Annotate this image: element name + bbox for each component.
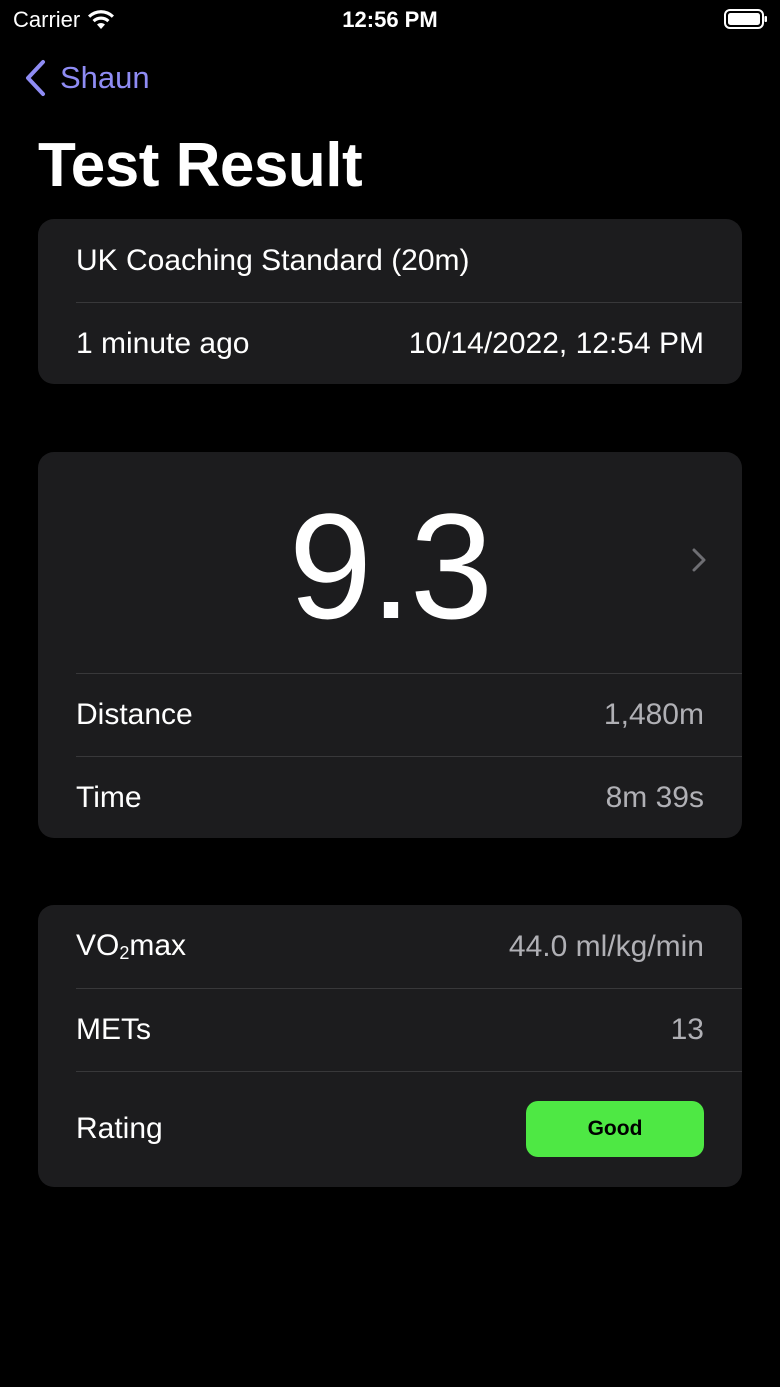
score-value: 9.3 bbox=[288, 481, 494, 650]
distance-value: 1,480m bbox=[603, 697, 704, 731]
status-bar: Carrier 12:56 PM bbox=[0, 0, 780, 40]
vo2max-label-suffix: max bbox=[129, 929, 187, 962]
back-button-label: Shaun bbox=[60, 60, 150, 95]
test-info-card: UK Coaching Standard (20m) 1 minute ago … bbox=[38, 219, 742, 384]
test-datetime: 10/14/2022, 12:54 PM bbox=[408, 326, 704, 360]
test-name-row: UK Coaching Standard (20m) bbox=[38, 219, 742, 302]
vo2max-row: VO2max 44.0 ml/kg/min bbox=[38, 905, 742, 988]
chevron-right-icon bbox=[692, 548, 706, 572]
vo2max-label-main: VO bbox=[76, 929, 120, 962]
mets-label: METs bbox=[76, 1012, 151, 1046]
mets-row: METs 13 bbox=[38, 988, 742, 1071]
distance-label: Distance bbox=[76, 697, 193, 731]
distance-row: Distance 1,480m bbox=[38, 673, 742, 756]
rating-badge: Good bbox=[526, 1101, 704, 1157]
screen: Carrier 12:56 PM Shaun Test Result UK Co… bbox=[0, 0, 780, 1387]
result-card: 9.3 Distance 1,480m Time 8m 39s bbox=[38, 452, 742, 838]
battery-icon bbox=[724, 9, 767, 29]
rating-row: Rating Good bbox=[38, 1071, 742, 1187]
mets-value: 13 bbox=[670, 1012, 704, 1046]
test-name: UK Coaching Standard (20m) bbox=[76, 243, 470, 277]
vo2max-label: VO2max bbox=[76, 929, 186, 964]
relative-time: 1 minute ago bbox=[76, 326, 250, 360]
chevron-left-icon bbox=[26, 60, 45, 96]
status-time: 12:56 PM bbox=[342, 7, 438, 32]
rating-label: Rating bbox=[76, 1112, 163, 1145]
metrics-card: VO2max 44.0 ml/kg/min METs 13 Rating Goo… bbox=[38, 905, 742, 1187]
vo2max-label-subscript: 2 bbox=[119, 943, 130, 963]
vo2max-value: 44.0 ml/kg/min bbox=[508, 929, 704, 963]
back-button[interactable]: Shaun bbox=[22, 58, 150, 98]
time-row: Time 8m 39s bbox=[38, 756, 742, 838]
score-row[interactable]: 9.3 bbox=[38, 452, 742, 673]
test-date-row: 1 minute ago 10/14/2022, 12:54 PM bbox=[38, 302, 742, 384]
page-title: Test Result bbox=[38, 131, 363, 200]
time-value: 8m 39s bbox=[605, 780, 704, 814]
time-label: Time bbox=[76, 780, 142, 814]
